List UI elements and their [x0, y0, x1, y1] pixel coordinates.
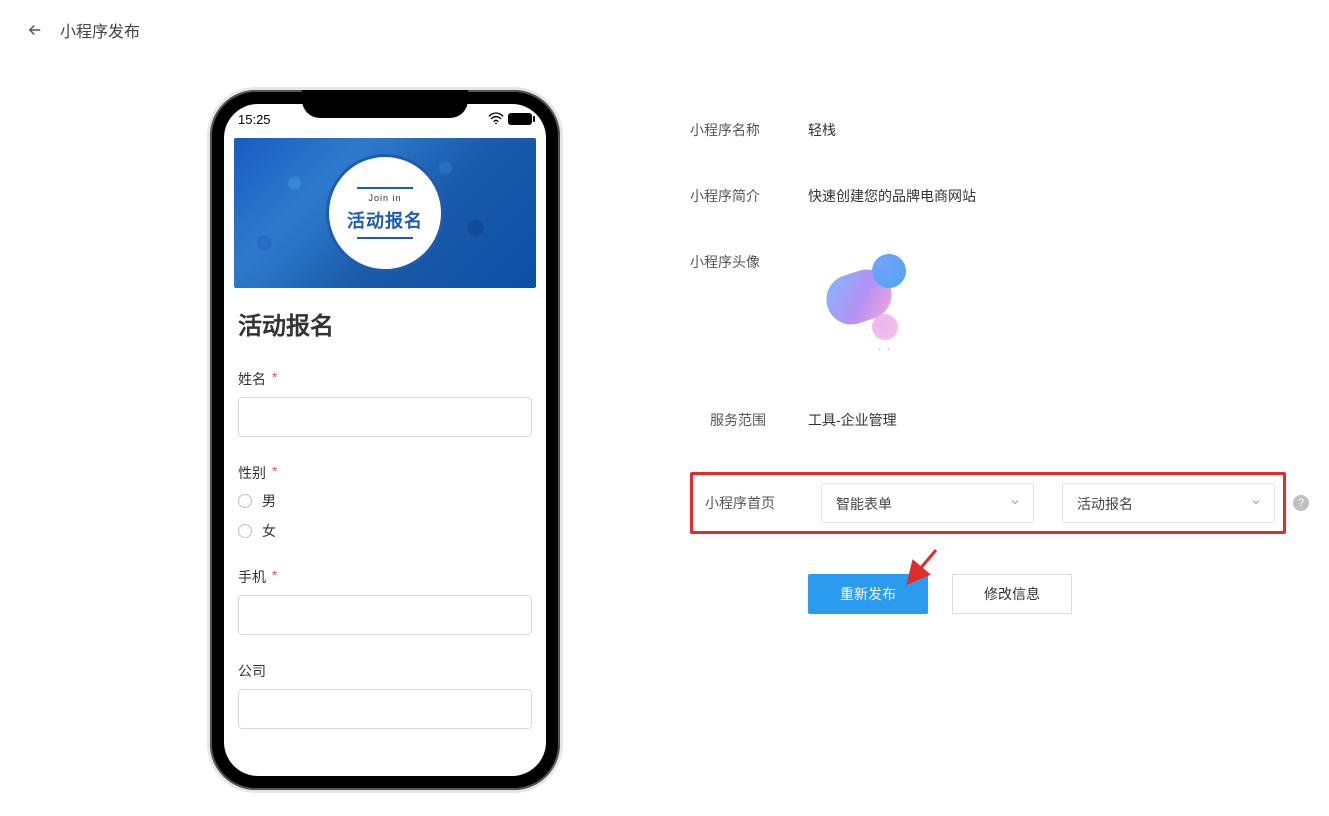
phone-field-label: 手机 — [238, 567, 266, 587]
app-desc-value: 快速创建您的品牌电商网站 — [808, 186, 976, 206]
app-scope-label: 服务范围 — [710, 410, 808, 430]
gender-option-female[interactable]: 女 — [238, 521, 532, 541]
republish-button[interactable]: 重新发布 — [808, 574, 928, 614]
gender-male-label: 男 — [262, 491, 276, 511]
company-input[interactable] — [238, 689, 532, 729]
form-title: 活动报名 — [238, 306, 532, 341]
app-avatar: • • — [808, 244, 918, 354]
app-name-label: 小程序名称 — [690, 120, 808, 140]
help-icon[interactable]: ? — [1293, 495, 1309, 511]
app-name-value: 轻栈 — [808, 120, 836, 140]
app-desc-label: 小程序简介 — [690, 186, 808, 206]
wifi-icon — [488, 112, 504, 127]
banner-title: 活动报名 — [347, 207, 423, 233]
required-mark: * — [272, 463, 277, 483]
app-scope-value: 工具-企业管理 — [808, 410, 897, 430]
homepage-type-select[interactable]: 智能表单 — [821, 483, 1034, 523]
name-field-label: 姓名 — [238, 369, 266, 389]
chevron-down-icon — [1250, 483, 1262, 523]
homepage-page-select[interactable]: 活动报名 — [1062, 483, 1275, 523]
company-field-label: 公司 — [238, 661, 266, 681]
back-icon[interactable] — [26, 21, 44, 39]
homepage-type-value: 智能表单 — [836, 496, 892, 512]
gender-field-label: 性别 — [238, 463, 266, 483]
action-buttons: 重新发布 修改信息 — [690, 574, 1300, 614]
topbar: 小程序发布 — [0, 0, 1329, 60]
phone-input[interactable] — [238, 595, 532, 635]
phone-screen: 15:25 Join in 活动报名 活动报名 — [224, 104, 546, 776]
required-mark: * — [272, 567, 277, 587]
gender-female-label: 女 — [262, 521, 276, 541]
chevron-down-icon — [1009, 483, 1021, 523]
required-mark: * — [272, 369, 277, 389]
banner-subtitle: Join in — [368, 193, 401, 203]
modify-info-button-label: 修改信息 — [984, 584, 1040, 604]
republish-button-label: 重新发布 — [840, 584, 896, 604]
page-title: 小程序发布 — [60, 18, 140, 42]
banner-badge: Join in 活动报名 — [326, 154, 444, 272]
app-avatar-label: 小程序头像 — [690, 252, 808, 272]
homepage-label: 小程序首页 — [705, 493, 817, 513]
homepage-selector-highlight: 小程序首页 智能表单 活动报名 ? — [690, 472, 1286, 534]
phone-notch — [302, 90, 468, 118]
modify-info-button[interactable]: 修改信息 — [952, 574, 1072, 614]
gender-option-male[interactable]: 男 — [238, 491, 532, 511]
phone-banner: Join in 活动报名 — [234, 138, 536, 288]
info-panel: 小程序名称 轻栈 小程序简介 快速创建您的品牌电商网站 小程序头像 • • 服务… — [690, 90, 1300, 790]
battery-icon — [508, 113, 532, 125]
radio-icon — [238, 524, 252, 538]
radio-icon — [238, 494, 252, 508]
statusbar-time: 15:25 — [238, 112, 271, 127]
homepage-page-value: 活动报名 — [1077, 496, 1133, 512]
name-input[interactable] — [238, 397, 532, 437]
phone-frame: 15:25 Join in 活动报名 活动报名 — [210, 90, 560, 790]
